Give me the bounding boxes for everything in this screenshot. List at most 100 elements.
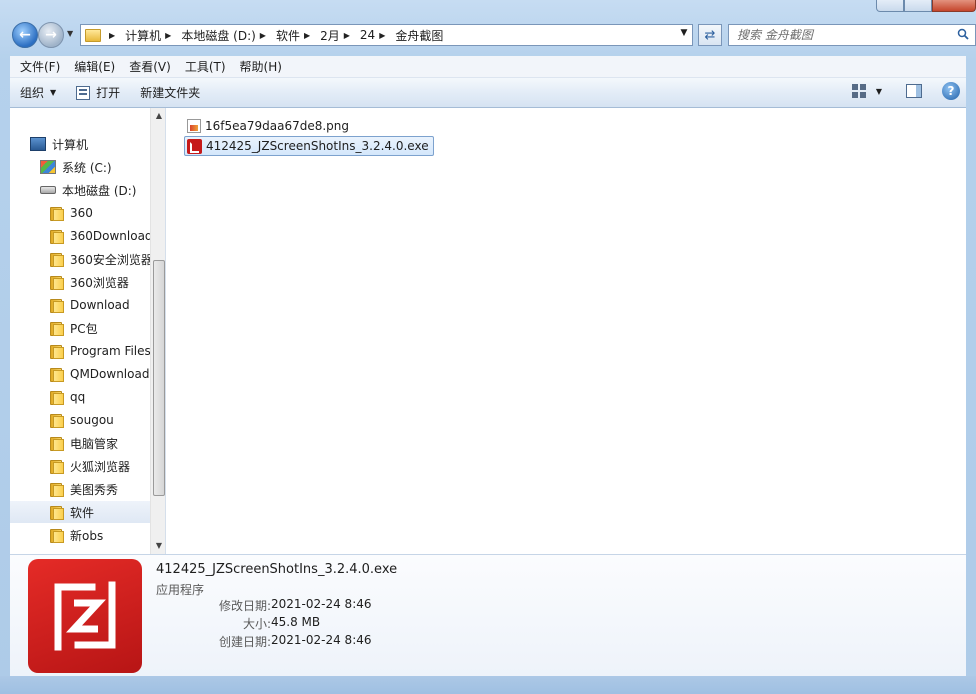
detail-size-label: 大小:: [242, 617, 271, 631]
breadcrumb-label: 24: [359, 28, 376, 42]
command-toolbar: 组织 ▼ 打开 新建文件夹 ▼ ?: [10, 78, 966, 108]
folder-icon: [50, 436, 64, 451]
refresh-icon: ⇄: [704, 27, 716, 43]
tree-item-drive-c[interactable]: 系统 (C:): [40, 156, 112, 178]
tree-item-drive-d[interactable]: 本地磁盘 (D:): [40, 179, 136, 201]
detail-modified-label: 修改日期:: [218, 599, 271, 613]
menu-view[interactable]: 查看(V): [125, 58, 175, 75]
breadcrumb-label: 2月: [320, 28, 340, 43]
menu-help[interactable]: 帮助(H): [236, 58, 286, 75]
tree-item-folder[interactable]: PC包: [50, 317, 98, 339]
recent-pages-dropdown[interactable]: ▼: [67, 29, 73, 38]
folder-icon: [85, 28, 101, 42]
forward-button[interactable]: →: [38, 22, 64, 48]
minimize-button[interactable]: [876, 0, 904, 12]
nav-pane-scrollbar[interactable]: ▲ ▼: [150, 108, 165, 554]
help-icon[interactable]: ?: [942, 82, 960, 100]
scroll-up-arrow-icon[interactable]: ▲: [151, 108, 165, 124]
tree-item-label: 美图秀秀: [70, 482, 119, 497]
tree-item-label: Program Files: [70, 344, 151, 358]
view-options-dropdown[interactable]: ▼: [876, 87, 882, 96]
detail-modified-value: 2021-02-24 8:46: [271, 597, 372, 611]
menu-tools[interactable]: 工具(T): [181, 58, 230, 75]
tree-item-folder[interactable]: QMDownload: [50, 363, 149, 385]
tree-item-folder[interactable]: sougou: [50, 409, 114, 431]
chevron-right-icon[interactable]: ▶: [165, 31, 171, 40]
breadcrumb-drive-d[interactable]: 本地磁盘 (D:) ▶: [181, 27, 274, 44]
tree-item-label: sougou: [70, 413, 114, 427]
tree-item-label: 360安全浏览器: [70, 252, 153, 267]
folder-icon: [50, 321, 64, 336]
scrollbar-thumb[interactable]: [153, 260, 165, 496]
maximize-button[interactable]: [904, 0, 932, 12]
file-item[interactable]: 16f5ea79daa67de8.png: [185, 116, 353, 136]
tree-item-folder-selected[interactable]: 软件: [10, 501, 150, 523]
folder-icon: [50, 390, 64, 405]
search-input[interactable]: [737, 28, 937, 42]
close-button[interactable]: [932, 0, 976, 12]
scroll-down-arrow-icon[interactable]: ▼: [151, 538, 165, 554]
breadcrumb-current-folder[interactable]: 金舟截图: [395, 27, 443, 44]
tree-item-label: 本地磁盘 (D:): [62, 183, 137, 198]
window-bottom-frame: [0, 676, 976, 694]
change-view-icon[interactable]: [851, 84, 866, 98]
breadcrumb-software[interactable]: 软件 ▶: [276, 27, 318, 44]
tree-item-label: 系统 (C:): [62, 160, 112, 175]
tree-item-folder[interactable]: Program Files: [50, 340, 151, 362]
preview-pane-icon[interactable]: [906, 84, 922, 98]
tree-item-label: PC包: [70, 321, 98, 336]
breadcrumb-separator[interactable]: ▶: [105, 31, 123, 40]
chevron-right-icon[interactable]: ▶: [344, 31, 350, 40]
tree-item-folder[interactable]: 新obs: [50, 524, 103, 546]
tree-item-folder[interactable]: 美图秀秀: [50, 478, 118, 500]
refresh-button[interactable]: ⇄: [698, 24, 722, 46]
breadcrumb-february[interactable]: 2月 ▶: [320, 27, 358, 44]
detail-created-label-cell: 创建日期:: [156, 633, 271, 651]
breadcrumb-computer[interactable]: 计算机 ▶: [125, 27, 179, 44]
jz-screenshot-logo-icon: [54, 581, 116, 651]
back-button[interactable]: ←: [12, 22, 38, 48]
detail-created-value-cell: 2021-02-24 8:46: [271, 633, 471, 651]
folder-icon: [50, 298, 64, 313]
tree-item-folder[interactable]: qq: [50, 386, 85, 408]
tree-item-folder[interactable]: 360: [50, 202, 93, 224]
tree-item-folder[interactable]: 360安全浏览器: [50, 248, 153, 270]
menu-edit[interactable]: 编辑(E): [70, 58, 119, 75]
chevron-right-icon[interactable]: ▶: [304, 31, 310, 40]
organize-button[interactable]: 组织 ▼: [10, 80, 66, 106]
computer-icon: [30, 137, 46, 151]
open-button[interactable]: 打开: [66, 80, 130, 106]
tree-item-label: 软件: [70, 505, 95, 520]
tree-item-folder[interactable]: 电脑管家: [50, 432, 118, 454]
search-icon[interactable]: [957, 28, 969, 40]
tree-item-folder[interactable]: 火狐浏览器: [50, 455, 130, 477]
new-folder-button[interactable]: 新建文件夹: [130, 80, 210, 106]
folder-icon: [50, 528, 64, 543]
tree-item-computer[interactable]: 计算机: [30, 133, 88, 155]
tree-item-folder[interactable]: 360Download: [50, 225, 153, 247]
hard-drive-icon: [40, 186, 56, 194]
tree-item-folder[interactable]: 360浏览器: [50, 271, 129, 293]
tree-item-folder[interactable]: Download: [50, 294, 130, 316]
chevron-right-icon[interactable]: ▶: [260, 31, 266, 40]
address-bar[interactable]: ▶ 计算机 ▶ 本地磁盘 (D:) ▶ 软件 ▶ 2月 ▶ 24 ▶ 金舟截图 ▼: [80, 24, 693, 46]
tree-item-label: 360浏览器: [70, 275, 129, 290]
folder-icon: [50, 206, 64, 221]
folder-icon: [50, 505, 64, 520]
tree-item-label: 360Download: [70, 229, 153, 243]
menu-bar: 文件(F) 编辑(E) 查看(V) 工具(T) 帮助(H): [10, 56, 966, 78]
exe-app-icon: [187, 138, 202, 154]
breadcrumb-label: 软件: [275, 28, 300, 43]
tree-item-label: 电脑管家: [70, 436, 119, 451]
menu-file[interactable]: 文件(F): [16, 58, 64, 75]
search-box[interactable]: [728, 24, 976, 46]
tree-item-label: QMDownload: [70, 367, 150, 381]
address-history-dropdown[interactable]: ▼: [678, 28, 690, 38]
chevron-right-icon[interactable]: ▶: [379, 31, 385, 40]
folder-icon: [50, 413, 64, 428]
file-list-pane[interactable]: 16f5ea79daa67de8.png 412425_JZScreenShot…: [167, 108, 966, 554]
detail-size-value: 45.8 MB: [271, 615, 321, 629]
file-item-selected[interactable]: 412425_JZScreenShotIns_3.2.4.0.exe: [184, 136, 434, 156]
windows-drive-icon: [40, 160, 56, 174]
breadcrumb-24[interactable]: 24 ▶: [360, 28, 393, 42]
